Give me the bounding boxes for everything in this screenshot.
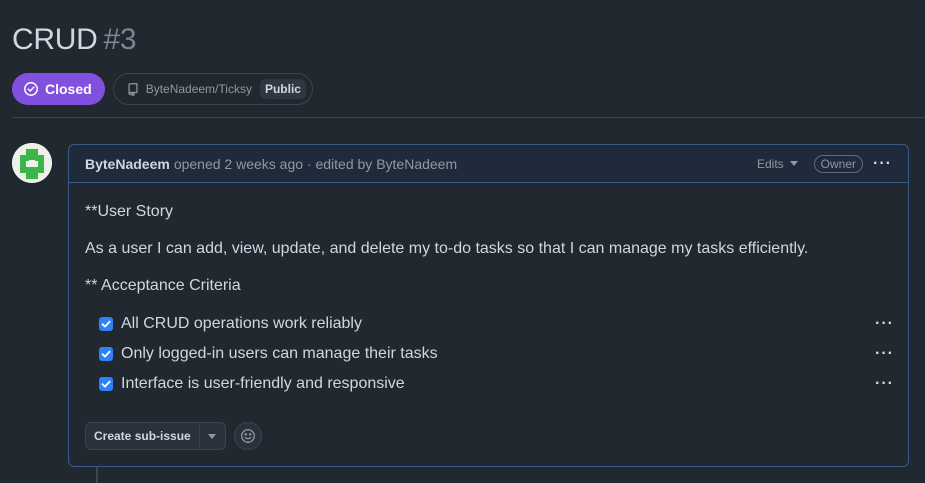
task-checkbox[interactable] bbox=[99, 317, 113, 331]
task-options-icon[interactable]: ··· bbox=[875, 345, 894, 363]
chevron-down-icon bbox=[208, 433, 217, 439]
check-icon bbox=[101, 380, 111, 388]
edits-dropdown[interactable]: Edits bbox=[757, 157, 798, 171]
avatar[interactable] bbox=[12, 143, 52, 183]
sub-issue-menu-button[interactable] bbox=[198, 423, 225, 449]
edits-label: Edits bbox=[756, 156, 784, 171]
task-label: Interface is user-friendly and responsiv… bbox=[121, 375, 405, 392]
issue-number: #3 bbox=[103, 23, 137, 56]
issue-title-text: CRUD bbox=[12, 23, 98, 56]
task-checkbox[interactable] bbox=[99, 347, 113, 361]
comment-options-icon[interactable]: ··· bbox=[873, 155, 892, 173]
comment-paragraph: ** Acceptance Criteria bbox=[85, 277, 241, 294]
task-checkbox[interactable] bbox=[99, 377, 113, 391]
task-label: Only logged-in users can manage their ta… bbox=[121, 345, 438, 362]
owner-badge: Owner bbox=[813, 154, 864, 173]
comment-paragraph: **User Story bbox=[85, 203, 174, 220]
comment-header: ByteNadeem opened 2 weeks ago · edited b… bbox=[69, 145, 908, 183]
repo-link[interactable]: ByteNadeem/Ticksy Public bbox=[112, 73, 313, 105]
smiley-icon bbox=[240, 429, 255, 443]
header-divider bbox=[12, 117, 925, 118]
comment-paragraph: As a user I can add, view, update, and d… bbox=[85, 240, 809, 257]
issue-state-label: Closed bbox=[45, 81, 92, 97]
issue-closed-icon bbox=[24, 82, 38, 96]
task-options-icon[interactable]: ··· bbox=[875, 375, 894, 393]
visibility-badge: Public bbox=[259, 79, 306, 99]
task-options-icon[interactable]: ··· bbox=[875, 315, 894, 333]
issue-state-badge: Closed bbox=[12, 73, 105, 105]
check-icon bbox=[101, 320, 111, 328]
repo-icon bbox=[128, 83, 138, 96]
check-icon bbox=[101, 350, 111, 358]
create-sub-issue-button[interactable]: Create sub-issue bbox=[86, 423, 199, 449]
task-list-item: All CRUD operations work reliably ··· bbox=[99, 314, 894, 334]
task-list-item: Only logged-in users can manage their ta… bbox=[99, 344, 894, 364]
comment-meta: opened 2 weeks ago · edited by ByteNadee… bbox=[173, 155, 458, 172]
add-reaction-button[interactable] bbox=[233, 422, 262, 450]
issue-comment: ByteNadeem opened 2 weeks ago · edited b… bbox=[68, 144, 909, 467]
comment-footer: Create sub-issue bbox=[85, 422, 262, 450]
issue-meta-row: Closed ByteNadeem/Ticksy Public bbox=[12, 73, 313, 105]
timeline-line bbox=[96, 467, 98, 483]
create-sub-issue-split-button: Create sub-issue bbox=[85, 422, 226, 450]
chevron-down-icon bbox=[789, 161, 798, 166]
task-label: All CRUD operations work reliably bbox=[121, 315, 362, 332]
issue-title: CRUD #3 bbox=[12, 22, 137, 58]
task-list-item: Interface is user-friendly and responsiv… bbox=[99, 374, 894, 394]
repo-name: ByteNadeem/Ticksy bbox=[145, 82, 252, 96]
comment-author[interactable]: ByteNadeem bbox=[85, 156, 170, 172]
